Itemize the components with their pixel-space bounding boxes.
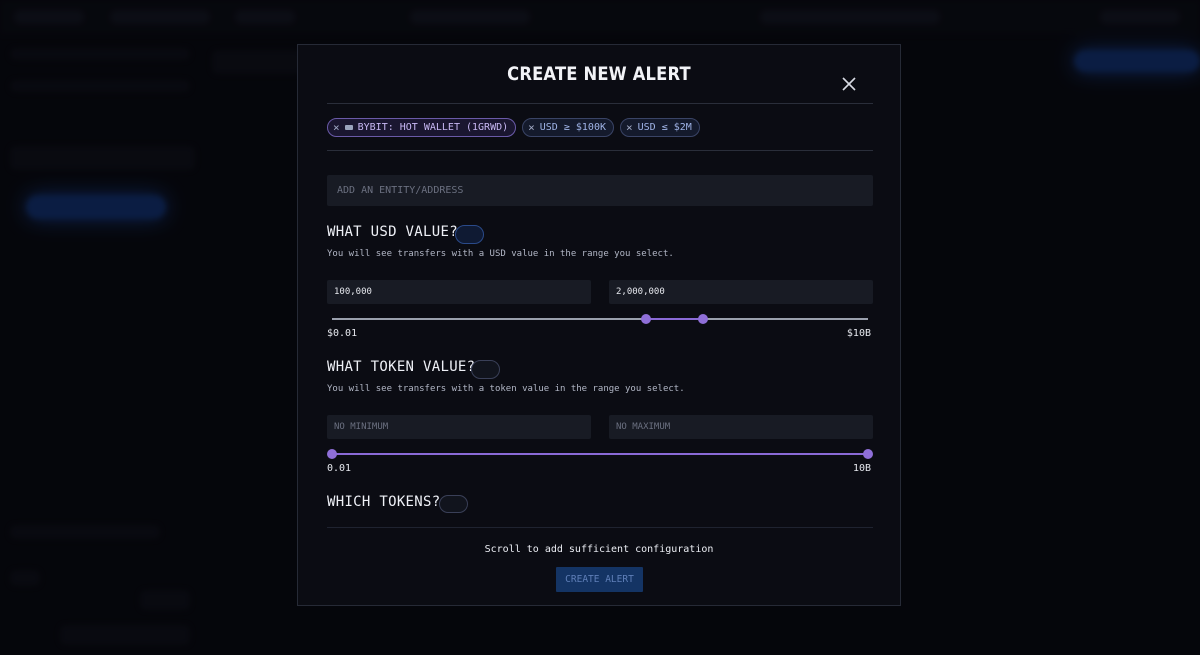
modal-title: CREATE NEW ALERT [507, 63, 691, 85]
usd-min-input[interactable]: 100,000 [327, 280, 591, 304]
tokens-toggle[interactable] [439, 495, 468, 513]
token-slider-max-handle[interactable] [863, 449, 873, 459]
remove-icon[interactable]: × [528, 121, 535, 134]
scroll-note: Scroll to add sufficient configuration [484, 544, 714, 555]
filter-chip-usd-max[interactable]: × USD ≤ $2M [620, 118, 700, 137]
wallet-icon [344, 125, 353, 130]
token-hint: You will see transfers with a token valu… [327, 384, 685, 394]
tokens-section-title: WHICH TOKENS? [327, 494, 441, 510]
token-min-input[interactable]: NO MINIMUM [327, 415, 591, 439]
title-divider [327, 103, 873, 104]
usd-slider-max-handle[interactable] [698, 314, 709, 324]
usd-slider-track[interactable] [332, 318, 868, 320]
token-toggle[interactable] [471, 360, 500, 379]
usd-range-max-label: $10B [846, 328, 871, 339]
chips-divider [327, 150, 873, 151]
token-slider-min-handle[interactable] [327, 449, 337, 459]
usd-section-title: WHAT USD VALUE? [327, 224, 458, 240]
filter-chip-usd-min[interactable]: × USD ≥ $100K [522, 118, 614, 137]
token-range-min-label: 0.01 [327, 463, 352, 474]
usd-slider-fill [645, 318, 704, 320]
token-max-input[interactable]: NO MAXIMUM [609, 415, 873, 439]
filter-chips: × BYBIT: HOT WALLET (1GRWD) × USD ≥ $100… [327, 118, 700, 137]
filter-chip-label: USD ≤ $2M [637, 122, 692, 133]
entity-address-input[interactable]: ADD AN ENTITY/ADDRESS [327, 175, 873, 206]
token-slider-fill [332, 453, 868, 455]
filter-chip-label: BYBIT: HOT WALLET (1GRWD) [357, 122, 509, 133]
usd-max-input[interactable]: 2,000,000 [609, 280, 873, 304]
usd-slider-min-handle[interactable] [640, 314, 651, 324]
usd-hint: You will see transfers with a USD value … [327, 249, 674, 259]
token-section-title: WHAT TOKEN VALUE? [327, 359, 476, 375]
create-alert-button[interactable]: CREATE ALERT [556, 567, 643, 592]
filter-chip-label: USD ≥ $100K [539, 122, 606, 133]
remove-icon[interactable]: × [626, 121, 633, 134]
footer-divider [327, 527, 873, 528]
token-range-max-label: 10B [852, 463, 871, 474]
usd-range-min-label: $0.01 [327, 328, 358, 339]
remove-icon[interactable]: × [333, 121, 340, 134]
filter-chip-entity[interactable]: × BYBIT: HOT WALLET (1GRWD) [327, 118, 517, 137]
close-icon[interactable] [838, 73, 860, 95]
create-alert-modal: CREATE NEW ALERT × BYBIT: HOT WALLET (1G… [297, 44, 901, 606]
usd-toggle[interactable] [455, 225, 484, 244]
